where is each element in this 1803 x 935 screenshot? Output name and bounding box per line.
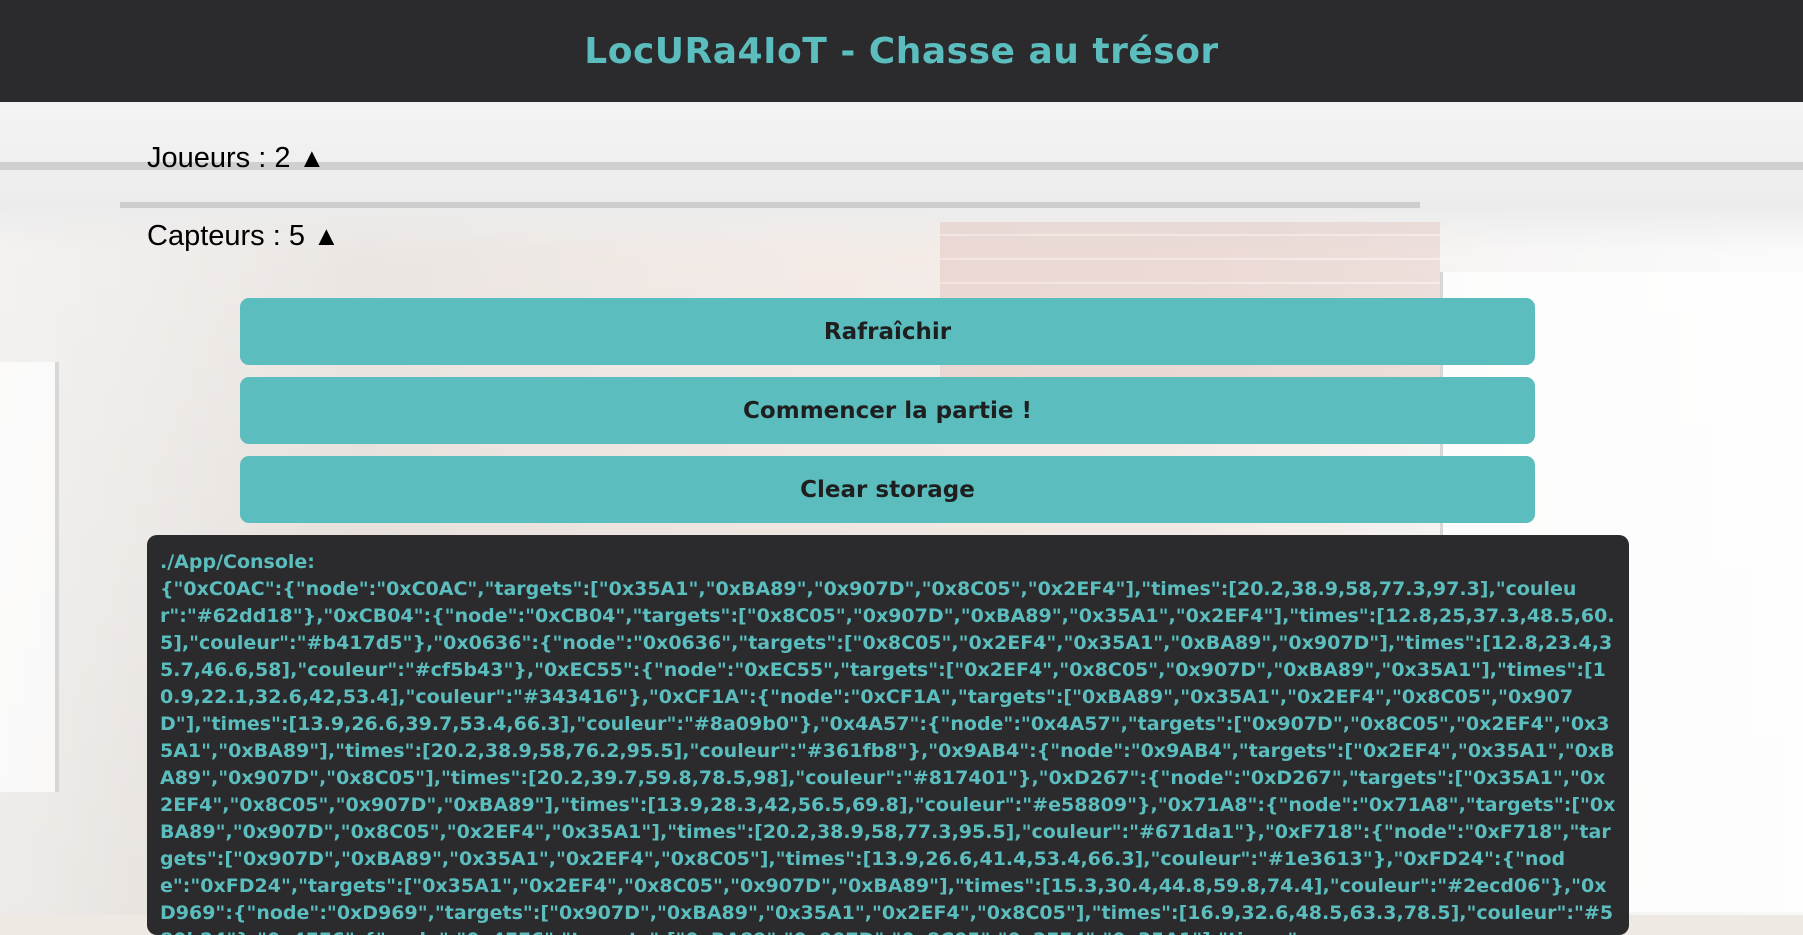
window-decoration xyxy=(0,362,59,792)
ceiling-beam xyxy=(120,202,1420,208)
console-output: ./App/Console: {"0xC0AC":{"node":"0xC0AC… xyxy=(147,535,1629,935)
sensors-counter: Capteurs : 5 ▲ xyxy=(147,220,340,253)
start-game-button[interactable]: Commencer la partie ! xyxy=(240,377,1535,444)
refresh-button[interactable]: Rafraîchir xyxy=(240,298,1535,365)
console-path: ./App/Console: xyxy=(160,551,315,573)
sensors-label: Capteurs : 5 xyxy=(147,220,305,252)
players-increment-icon[interactable]: ▲ xyxy=(298,143,325,174)
players-label: Joueurs : 2 xyxy=(147,142,291,174)
console-content: {"0xC0AC":{"node":"0xC0AC","targets":["0… xyxy=(160,578,1616,935)
clear-storage-button[interactable]: Clear storage xyxy=(240,456,1535,523)
page-title: LocURa4IoT - Chasse au trésor xyxy=(584,30,1219,72)
players-counter: Joueurs : 2 ▲ xyxy=(147,142,325,175)
app-header: LocURa4IoT - Chasse au trésor xyxy=(0,0,1803,102)
sensors-increment-icon[interactable]: ▲ xyxy=(313,221,340,252)
